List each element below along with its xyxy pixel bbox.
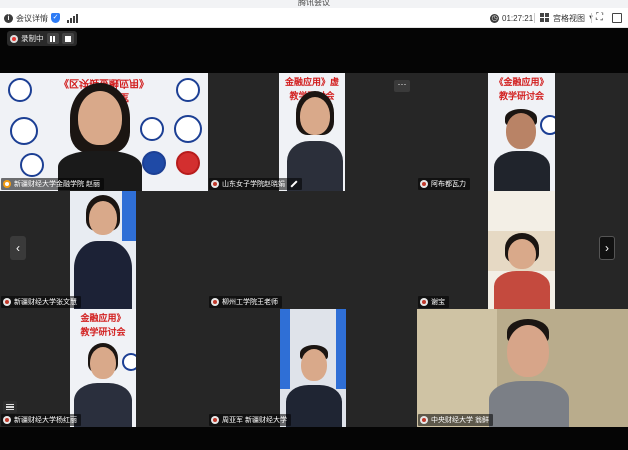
- toolbar-divider: [45, 13, 46, 23]
- participant-name-label: 柳州工学院王老师: [209, 296, 282, 308]
- video-tile[interactable]: 中央财经大学 翁鲜: [417, 309, 628, 427]
- banner-text: 金融应用》虚: [284, 77, 339, 87]
- more-options-button[interactable]: ···: [394, 80, 410, 92]
- stop-recording-button[interactable]: [61, 33, 74, 44]
- university-logo: [8, 78, 32, 102]
- university-logo: [142, 151, 166, 175]
- user-icon: [420, 180, 428, 188]
- university-logo: [176, 78, 200, 102]
- video-feed: [488, 191, 555, 309]
- participant-name-label: 山东女子学院赵晓娟: [209, 178, 302, 190]
- university-logo: [174, 115, 202, 143]
- video-feed: 《金融应用》 教学研讨会: [488, 73, 555, 191]
- grid-view-icon: [540, 13, 550, 23]
- user-icon: [420, 416, 428, 424]
- participant-video: [74, 343, 132, 427]
- info-icon: i: [4, 13, 13, 23]
- participant-video: [287, 91, 343, 191]
- participant-name-label: 谢宝: [418, 296, 449, 308]
- university-logo: [10, 117, 38, 145]
- pause-recording-button[interactable]: [46, 33, 59, 44]
- video-feed: [70, 191, 136, 309]
- video-tile[interactable]: 周亚军 新疆财经大学: [208, 309, 417, 427]
- video-tile[interactable]: 柳州工学院王老师: [208, 191, 417, 309]
- window-title-bar: 腾讯会议: [0, 0, 628, 8]
- banner-text: 教学研讨会: [80, 327, 126, 337]
- participant-name-label: 新疆财经大学张文慧: [1, 296, 81, 308]
- meeting-toolbar: i 会议详情 ✓ ◷ 01:27:21 宫格视图 ▼ ⛶: [0, 8, 628, 28]
- network-status[interactable]: [67, 11, 78, 25]
- stop-icon: [64, 35, 71, 42]
- user-icon: [420, 298, 428, 306]
- view-switch-button[interactable]: 宫格视图 ▼: [540, 11, 594, 25]
- toolbar-divider: [534, 13, 535, 23]
- participant-video: [487, 319, 571, 427]
- window-title: 腾讯会议: [298, 0, 330, 7]
- record-icon: [10, 34, 18, 43]
- recording-indicator: 录制中: [7, 31, 77, 46]
- meeting-info-button[interactable]: i 会议详情: [4, 11, 48, 25]
- participant-video: [286, 345, 342, 427]
- video-feed: 金融应用》 教学研讨会: [70, 309, 136, 427]
- participant-name-label: 阿布都瓦力: [418, 178, 470, 190]
- clock-icon: ◷: [490, 13, 499, 23]
- university-logo: [20, 153, 44, 177]
- fullscreen-button[interactable]: ⛶: [596, 11, 603, 25]
- next-page-button[interactable]: ›: [599, 236, 615, 260]
- user-icon: [3, 416, 11, 424]
- participant-video: [58, 81, 142, 191]
- participant-name-label: 周亚军 新疆财经大学: [209, 414, 291, 426]
- meeting-info-label: 会议详情: [16, 13, 48, 23]
- participant-video: [74, 195, 132, 309]
- participant-name-label: 新疆财经大学金融学院 赵丽: [1, 178, 104, 190]
- participant-list-button[interactable]: [3, 401, 17, 413]
- timer-text: 01:27:21: [502, 13, 534, 23]
- video-tile[interactable]: 《金融应用》 教学研讨会 阿布都瓦力: [417, 73, 628, 191]
- security-button[interactable]: ✓: [51, 11, 60, 25]
- pause-icon: [50, 35, 55, 42]
- video-feed: 金融应用》虚 教学研讨会: [279, 73, 345, 191]
- video-tile[interactable]: 新疆财经大学张文慧: [0, 191, 208, 309]
- video-feed: 《区块链金融应用》 虚拟教研室: [0, 73, 208, 191]
- participant-video: [494, 109, 550, 191]
- edit-icon: [290, 180, 298, 188]
- shield-icon: ✓: [51, 13, 60, 23]
- window-icon: [612, 13, 622, 23]
- fullscreen-icon: ⛶: [596, 12, 603, 23]
- participant-name-label: 中央财经大学 翁鲜: [418, 414, 493, 426]
- banner-text: 《金融应用》: [494, 77, 549, 87]
- window-mode-button[interactable]: [612, 11, 622, 25]
- meeting-timer: ◷ 01:27:21: [490, 11, 533, 25]
- user-icon: [3, 180, 11, 188]
- banner-text: 教学研讨会: [498, 91, 544, 101]
- signal-icon: [67, 13, 78, 23]
- video-feed: [417, 309, 628, 427]
- user-icon: [211, 416, 219, 424]
- banner-text: 金融应用》: [80, 313, 126, 323]
- video-tile[interactable]: 金融应用》虚 教学研讨会 山东女子学院赵晓娟: [208, 73, 417, 191]
- video-tile[interactable]: 金融应用》 教学研讨会 新疆财经大学杨红丽: [0, 309, 208, 427]
- participant-name-label: 新疆财经大学杨红丽: [1, 414, 81, 426]
- university-logo: [176, 151, 200, 175]
- university-logo: [140, 117, 164, 141]
- view-label: 宫格视图: [553, 13, 585, 23]
- prev-page-button[interactable]: ‹: [10, 236, 26, 260]
- user-icon: [3, 298, 11, 306]
- toolbar-divider: [591, 13, 592, 23]
- user-icon: [211, 298, 219, 306]
- participant-video: [494, 233, 550, 309]
- video-feed: [280, 309, 346, 427]
- user-icon: [211, 180, 219, 188]
- video-tile[interactable]: 谢宝: [417, 191, 628, 309]
- video-tile[interactable]: 《区块链金融应用》 虚拟教研室 新疆财经大学金融学院 赵丽: [0, 73, 208, 191]
- recording-label: 录制中: [21, 34, 44, 43]
